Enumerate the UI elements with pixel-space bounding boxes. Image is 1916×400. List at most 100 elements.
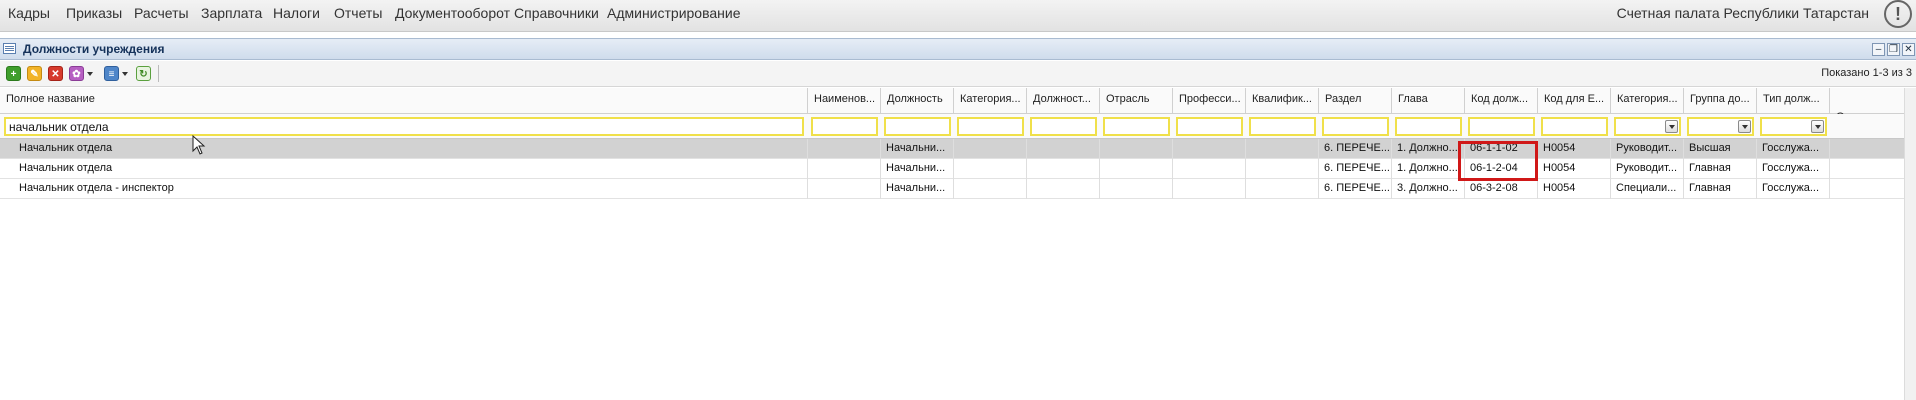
unified-code-filter-input[interactable] — [1541, 117, 1608, 136]
category-filter-select[interactable] — [1614, 117, 1681, 136]
edit-icon[interactable]: ✎ — [27, 66, 42, 81]
position-code-filter-input[interactable] — [1468, 117, 1535, 136]
add-icon[interactable]: + — [6, 66, 21, 81]
position-filter-input[interactable] — [884, 117, 951, 136]
records-count: Показано 1-3 из 3 — [1821, 67, 1912, 79]
cell-unified-code: Н0054 — [1538, 179, 1611, 199]
cell-position-group: Высшая — [1684, 139, 1757, 159]
menu-item-calculations[interactable]: Расчеты — [134, 5, 189, 21]
chevron-down-icon[interactable] — [1738, 120, 1751, 133]
cell-salary — [1830, 179, 1904, 199]
menu-item-administration[interactable]: Администрирование — [607, 5, 741, 21]
cell-salary — [1830, 159, 1904, 179]
alert-icon[interactable]: ! — [1884, 0, 1912, 28]
menu-item-reports[interactable]: Отчеты — [334, 5, 382, 21]
cell-category — [954, 159, 1027, 179]
column-header-chapter[interactable]: Глава — [1392, 88, 1465, 114]
cell-unified-code: Н0054 — [1538, 159, 1611, 179]
cell-chapter: 3. Должно... — [1392, 179, 1465, 199]
cell-unified-code: Н0054 — [1538, 139, 1611, 159]
cell-name — [808, 159, 881, 179]
positions-grid: Полное название Наименов... Должность Ка… — [0, 88, 1916, 400]
column-header-category-2[interactable]: Категория... — [1611, 88, 1684, 114]
cell-profession — [1173, 139, 1246, 159]
view-dropdown-caret[interactable] — [122, 72, 128, 76]
cell-industry — [1100, 159, 1173, 179]
close-button[interactable]: ✕ — [1902, 43, 1915, 56]
column-header-category[interactable]: Категория... — [954, 88, 1027, 114]
window-title-bar: Должности учреждения – ❐ ✕ — [0, 38, 1916, 60]
cell-position-type — [1027, 179, 1100, 199]
group-filter-select[interactable] — [1687, 117, 1754, 136]
organization-name: Счетная палата Республики Татарстан — [1616, 5, 1869, 21]
name-filter-input[interactable] — [811, 117, 878, 136]
chevron-down-icon[interactable] — [1665, 120, 1678, 133]
refresh-icon[interactable]: ↻ — [136, 66, 151, 81]
cell-category-2: Руководит... — [1611, 139, 1684, 159]
settings-dropdown-caret[interactable] — [87, 72, 93, 76]
cell-position-kind: Госслужа... — [1757, 139, 1830, 159]
grid-header: Полное название Наименов... Должность Ка… — [0, 88, 1904, 123]
column-header-name[interactable]: Наименов... — [808, 88, 881, 114]
cell-category — [954, 179, 1027, 199]
section-filter-input[interactable] — [1322, 117, 1389, 136]
cell-position-type — [1027, 139, 1100, 159]
table-row[interactable]: Начальник отдела Начальни... 6. ПЕРЕЧЕ..… — [0, 139, 1904, 159]
cell-position-kind: Госслужа... — [1757, 179, 1830, 199]
cell-category-2: Специали... — [1611, 179, 1684, 199]
column-header-position-group[interactable]: Группа до... — [1684, 88, 1757, 114]
cell-section: 6. ПЕРЕЧЕ... — [1319, 159, 1392, 179]
mouse-cursor-icon — [192, 135, 206, 155]
table-row[interactable]: Начальник отдела Начальни... 6. ПЕРЕЧЕ..… — [0, 159, 1904, 179]
column-header-section[interactable]: Раздел — [1319, 88, 1392, 114]
menu-item-salary[interactable]: Зарплата — [201, 5, 262, 21]
cell-qualification — [1246, 159, 1319, 179]
cell-full-name: Начальник отдела — [0, 139, 808, 159]
cell-name — [808, 179, 881, 199]
kind-filter-select[interactable] — [1760, 117, 1827, 136]
restore-button[interactable]: ❐ — [1887, 43, 1900, 56]
view-icon[interactable]: ≡ — [104, 66, 119, 81]
column-header-position-code[interactable]: Код долж... — [1465, 88, 1538, 114]
cell-industry — [1100, 179, 1173, 199]
profession-filter-input[interactable] — [1176, 117, 1243, 136]
category-filter-input[interactable] — [957, 117, 1024, 136]
grid-toolbar: + ✎ ✕ ✿ ≡ ↻ Показано 1-3 из 3 — [0, 61, 1916, 87]
menu-item-directories[interactable]: Справочники — [514, 5, 599, 21]
chevron-down-icon[interactable] — [1811, 120, 1824, 133]
menu-item-taxes[interactable]: Налоги — [273, 5, 320, 21]
cell-category — [954, 139, 1027, 159]
filter-row — [0, 114, 1904, 139]
cell-profession — [1173, 159, 1246, 179]
cell-chapter: 1. Должно... — [1392, 159, 1465, 179]
industry-filter-input[interactable] — [1103, 117, 1170, 136]
delete-icon[interactable]: ✕ — [48, 66, 63, 81]
cell-full-name: Начальник отдела — [0, 159, 808, 179]
cell-name — [808, 139, 881, 159]
settings-icon[interactable]: ✿ — [69, 66, 84, 81]
column-header-profession[interactable]: Професси... — [1173, 88, 1246, 114]
menu-item-document-flow[interactable]: Документооборот — [395, 5, 510, 21]
column-header-position-type[interactable]: Должност... — [1027, 88, 1100, 114]
column-header-industry[interactable]: Отрасль — [1100, 88, 1173, 114]
menu-item-orders[interactable]: Приказы — [66, 5, 122, 21]
vertical-scrollbar[interactable] — [1904, 88, 1916, 400]
column-header-position-kind[interactable]: Тип долж... — [1757, 88, 1830, 114]
cell-section: 6. ПЕРЕЧЕ... — [1319, 139, 1392, 159]
full-name-filter-input[interactable] — [4, 117, 804, 136]
cell-position-code: 06-1-2-04 — [1465, 159, 1538, 179]
menu-item-staff[interactable]: Кадры — [8, 5, 50, 21]
qualification-filter-input[interactable] — [1249, 117, 1316, 136]
column-header-position[interactable]: Должность — [881, 88, 954, 114]
position-type-filter-input[interactable] — [1030, 117, 1097, 136]
minimize-button[interactable]: – — [1872, 43, 1885, 56]
cell-position: Начальни... — [881, 179, 954, 199]
column-header-qualification[interactable]: Квалифик... — [1246, 88, 1319, 114]
cell-profession — [1173, 179, 1246, 199]
chapter-filter-input[interactable] — [1395, 117, 1462, 136]
main-menu-bar: Кадры Приказы Расчеты Зарплата Налоги От… — [0, 0, 1916, 32]
cell-qualification — [1246, 139, 1319, 159]
column-header-full-name[interactable]: Полное название — [0, 88, 808, 114]
table-row[interactable]: Начальник отдела - инспектор Начальни...… — [0, 179, 1904, 199]
column-header-unified-code[interactable]: Код для Е... — [1538, 88, 1611, 114]
